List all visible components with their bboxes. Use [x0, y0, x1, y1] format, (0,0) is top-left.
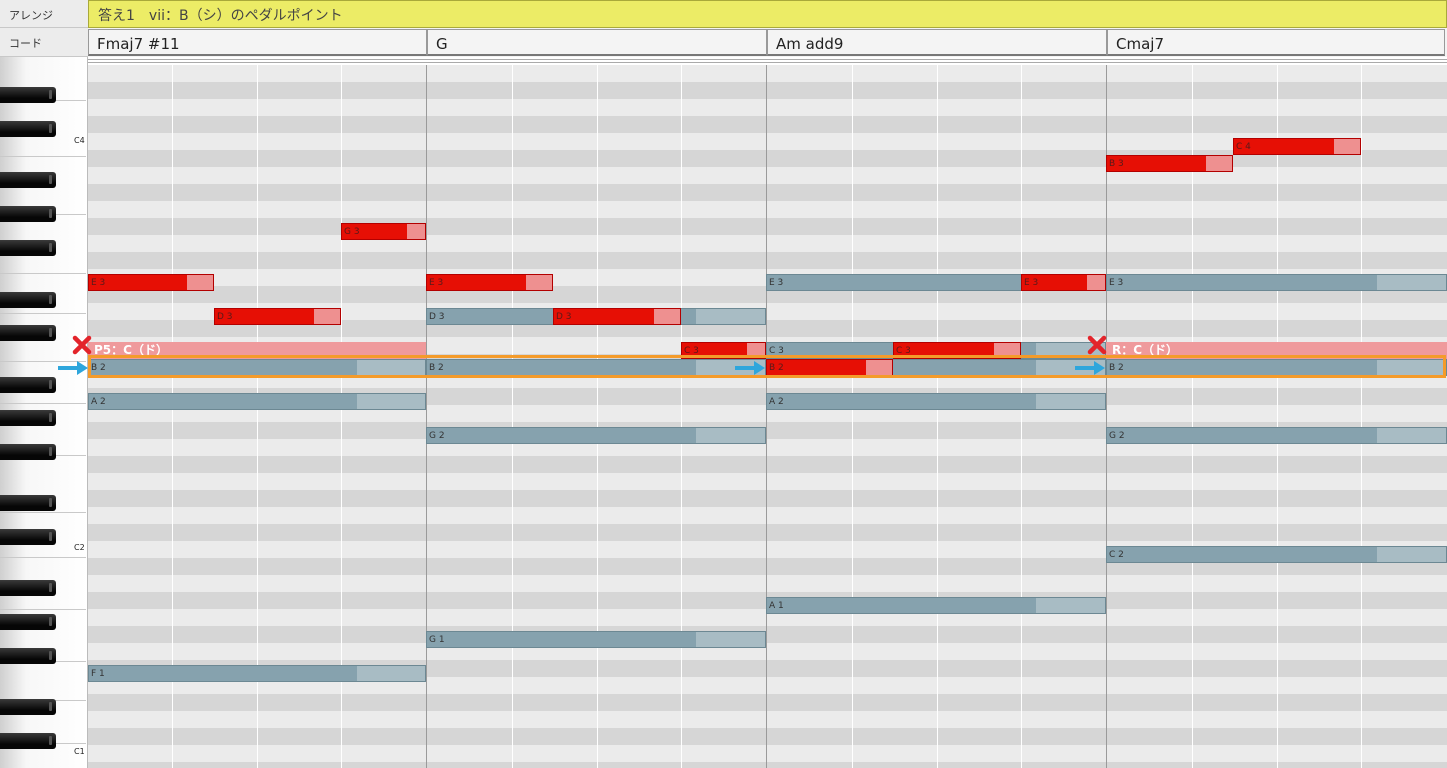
note-block[interactable]: F 1 — [88, 665, 426, 682]
black-key[interactable] — [0, 614, 56, 630]
note-block[interactable]: E 3 — [88, 274, 214, 291]
black-key[interactable] — [0, 377, 56, 393]
black-key[interactable] — [0, 87, 56, 103]
black-key[interactable] — [0, 325, 56, 341]
black-key[interactable] — [0, 410, 56, 426]
octave-label-c2: C2 — [74, 543, 85, 552]
cross-icon — [72, 335, 92, 355]
chord-cell-3[interactable]: Am add9 — [767, 29, 1107, 56]
arrow-right-icon — [1075, 361, 1105, 375]
octave-label-c4: C4 — [74, 136, 85, 145]
chord-cell-2[interactable]: G — [427, 29, 767, 56]
note-block[interactable]: A 2 — [88, 393, 426, 410]
arrow-right-icon — [58, 361, 88, 375]
black-key[interactable] — [0, 529, 56, 545]
note-block[interactable]: E 3 — [1106, 274, 1447, 291]
note-block[interactable]: G 1 — [426, 631, 766, 648]
note-block[interactable]: E 3 — [1021, 274, 1106, 291]
black-key[interactable] — [0, 444, 56, 460]
black-key[interactable] — [0, 648, 56, 664]
black-key[interactable] — [0, 699, 56, 715]
note-block[interactable]: G 2 — [426, 427, 766, 444]
note-block[interactable]: G 3 — [341, 223, 426, 240]
black-key[interactable] — [0, 495, 56, 511]
black-key[interactable] — [0, 292, 56, 308]
note-block[interactable]: C 4 — [1233, 138, 1361, 155]
arrow-right-icon — [735, 361, 765, 375]
arrange-title-bar[interactable]: 答え1 vii：B（シ）のペダルポイント — [88, 0, 1447, 28]
note-block[interactable]: B 3 — [1106, 155, 1233, 172]
note-block[interactable]: C 2 — [1106, 546, 1447, 563]
chord-cell-1[interactable]: Fmaj7 #11 — [88, 29, 427, 56]
piano-keyboard[interactable]: C4 C2 C1 — [0, 57, 88, 768]
note-block[interactable]: E 3 — [426, 274, 553, 291]
note-block[interactable]: G 2 — [1106, 427, 1447, 444]
black-key[interactable] — [0, 733, 56, 749]
pedal-lane-highlight — [88, 355, 1446, 378]
chord-cell-4[interactable]: Cmaj7 — [1107, 29, 1445, 56]
chord-track: Fmaj7 #11 G Am add9 Cmaj7 — [88, 28, 1447, 57]
chord-row-label: コード — [0, 28, 88, 57]
black-key[interactable] — [0, 206, 56, 222]
note-block[interactable]: D 3 — [553, 308, 681, 325]
ruler-divider — [88, 57, 1447, 65]
black-key[interactable] — [0, 240, 56, 256]
note-block[interactable]: A 1 — [766, 597, 1106, 614]
note-block[interactable]: A 2 — [766, 393, 1106, 410]
arrange-row-label: アレンジ — [0, 0, 88, 28]
black-key[interactable] — [0, 121, 56, 137]
black-key[interactable] — [0, 172, 56, 188]
note-block[interactable]: D 3 — [214, 308, 341, 325]
cross-icon — [1087, 335, 1107, 355]
piano-roll-grid[interactable]: G 3 E 3 D 3 B 2 A 2 F 1 E 3 D 3 D 3 C 3 … — [88, 65, 1447, 768]
black-key[interactable] — [0, 580, 56, 596]
octave-label-c1: C1 — [74, 747, 85, 756]
